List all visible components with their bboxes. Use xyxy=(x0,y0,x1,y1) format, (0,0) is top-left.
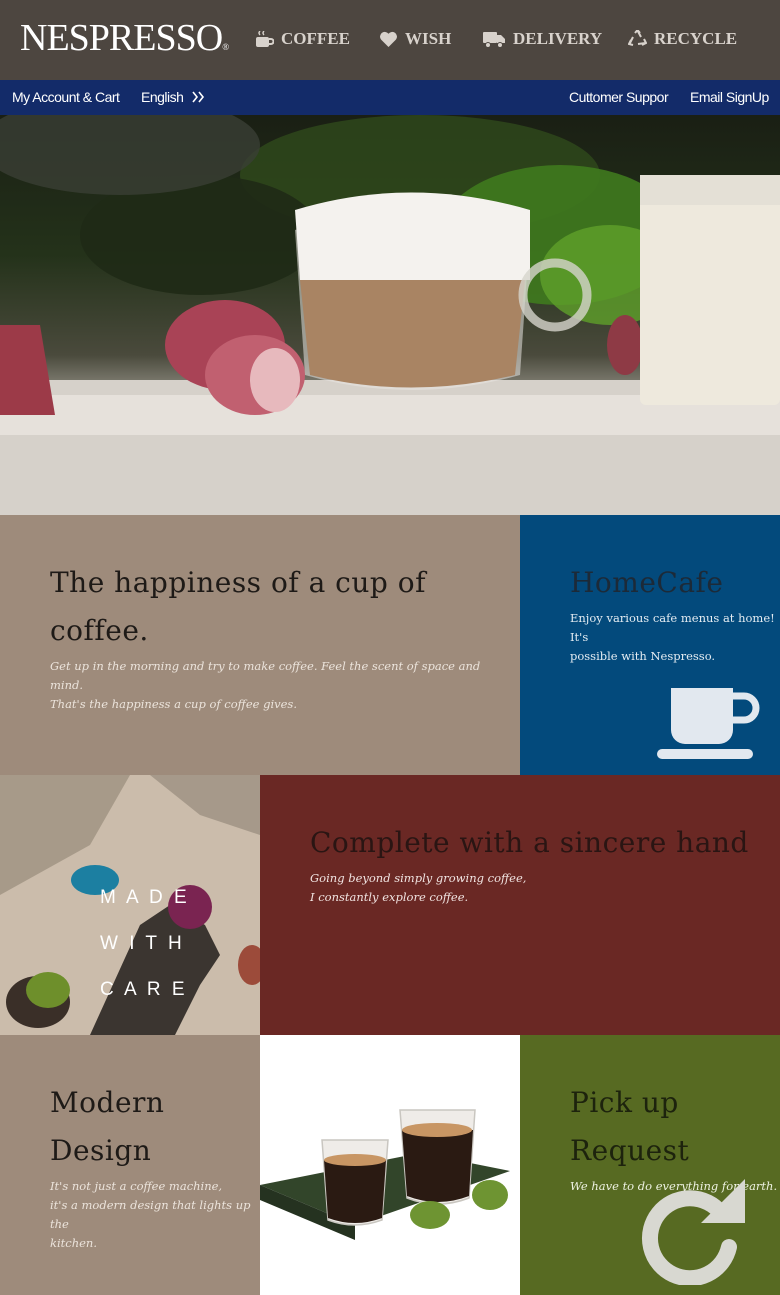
made-with-care-line-1: M A D E xyxy=(100,887,190,908)
tile-sincere-text-1: Going beyond simply growing coffee, xyxy=(310,871,527,885)
tile-made-with-care[interactable]: M A D E W I T H C A R E xyxy=(0,775,260,1035)
tile-happiness[interactable]: The happiness of a cup of coffee. Get up… xyxy=(0,515,520,775)
logo-registered-mark: ® xyxy=(222,42,229,52)
tile-homecafe-title: HomeCafe xyxy=(570,566,724,599)
nav-recycle-label: RECYCLE xyxy=(654,29,738,48)
recycle-icon xyxy=(628,30,647,46)
tile-pickup-request[interactable]: Pick up Request We have to do everything… xyxy=(520,1035,780,1295)
language-label: English xyxy=(141,89,184,105)
tile-homecafe[interactable]: HomeCafe Enjoy various cafe menus at hom… xyxy=(520,515,780,775)
tile-pickup-title-line-1: Pick up xyxy=(570,1086,679,1119)
tile-modern-title: Modern Design xyxy=(50,1086,165,1167)
heart-icon xyxy=(380,31,397,47)
tile-homecafe-text-1: Enjoy various cafe menus at home! It's xyxy=(570,611,775,644)
sub-navigation-bar: My Account & Cart English Cuttomer Suppo… xyxy=(0,80,780,115)
tile-product-image[interactable] xyxy=(260,1035,520,1295)
language-selector[interactable]: English xyxy=(141,89,205,106)
nav-wish-label: WISH xyxy=(405,29,452,48)
nav-coffee-label: COFFEE xyxy=(281,29,350,48)
redo-arrow-icon xyxy=(641,1179,745,1285)
top-header: NESPRESSO® COFFEE WISH DELIVERY RECYCLE xyxy=(0,0,780,80)
nav-delivery[interactable]: DELIVERY xyxy=(483,28,602,50)
coffee-cup-icon xyxy=(256,30,274,47)
my-account-cart-link[interactable]: My Account & Cart xyxy=(12,89,120,106)
double-chevron-right-icon xyxy=(192,91,204,103)
tile-happiness-title: The happiness of a cup of coffee. xyxy=(50,566,426,647)
made-with-care-line-2: W I T H xyxy=(100,933,185,954)
customer-support-link[interactable]: Cuttomer Suppor xyxy=(569,89,669,106)
tile-homecafe-text-2: possible with Nespresso. xyxy=(570,649,716,663)
tile-modern-text-3: kitchen. xyxy=(50,1236,97,1250)
nav-recycle[interactable]: RECYCLE xyxy=(628,28,737,50)
email-signup-link[interactable]: Email SignUp xyxy=(690,89,769,106)
tile-pickup-title-line-2: Request xyxy=(570,1134,690,1167)
coffee-glasses-photo xyxy=(260,1109,510,1240)
logo-text: NESPRESSO xyxy=(20,17,223,59)
tile-sincere-hand[interactable]: Complete with a sincere hand Going beyon… xyxy=(260,775,780,1035)
nespresso-logo[interactable]: NESPRESSO® xyxy=(20,17,229,67)
cappuccino-photo xyxy=(0,115,780,515)
made-with-care-line-3: C A R E xyxy=(100,979,188,1000)
nav-coffee[interactable]: COFFEE xyxy=(255,28,350,50)
hero-image xyxy=(0,115,780,515)
nav-wish[interactable]: WISH xyxy=(379,28,451,50)
tile-modern-design[interactable]: Modern Design It's not just a coffee mac… xyxy=(0,1035,260,1295)
tile-sincere-text-2: I constantly explore coffee. xyxy=(310,890,469,904)
tile-happiness-text-1: Get up in the morning and try to make co… xyxy=(50,659,481,692)
tile-happiness-text-2: That's the happiness a cup of coffee giv… xyxy=(50,697,297,711)
coffee-cup-icon xyxy=(657,688,760,759)
tile-modern-text-1: It's not just a coffee machine, xyxy=(50,1179,223,1193)
tile-modern-text-2: it's a modern design that lights up the xyxy=(50,1198,251,1231)
tile-sincere-title: Complete with a sincere hand xyxy=(310,826,749,859)
truck-icon xyxy=(483,31,505,48)
nav-delivery-label: DELIVERY xyxy=(513,29,603,48)
